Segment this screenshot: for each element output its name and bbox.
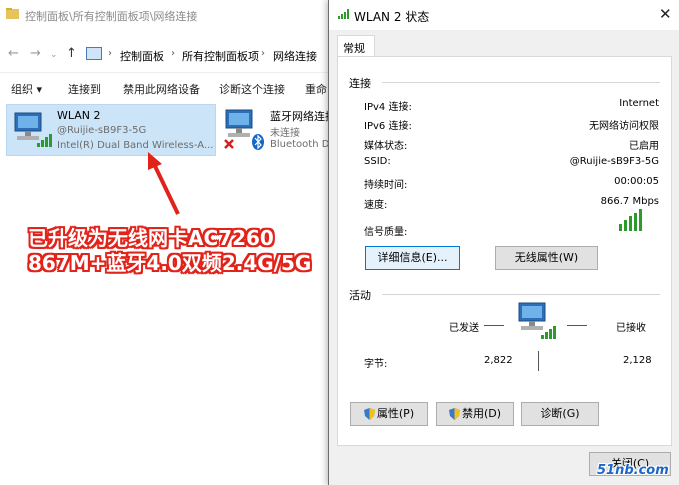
uac-shield-icon xyxy=(363,408,375,420)
connection-group-label: 连接 xyxy=(349,77,371,90)
general-panel: 连接 IPv4 连接: Internet IPv6 连接: 无网络访问权限 媒体… xyxy=(337,56,672,446)
media-state-value: 已启用 xyxy=(629,141,659,152)
tab-general[interactable]: 常规 xyxy=(337,35,375,57)
address-bar[interactable]: ← → ⌄ ↑ › 控制面板 › 所有控制面板项 › 网络连接 xyxy=(0,40,340,68)
forward-arrow-icon[interactable]: → xyxy=(30,46,41,61)
bytes-label: 字节: xyxy=(364,359,388,370)
bytes-received-value: 2,128 xyxy=(623,355,652,366)
sent-label: 已发送 xyxy=(449,323,479,334)
speed-label: 速度: xyxy=(364,200,388,211)
media-state-label: 媒体状态: xyxy=(364,141,408,152)
ssid-label: SSID: xyxy=(364,156,391,167)
ipv6-value: 无网络访问权限 xyxy=(589,121,659,132)
signal-icon xyxy=(338,9,349,19)
close-icon[interactable]: ✕ xyxy=(659,5,672,23)
divider xyxy=(382,82,660,83)
breadcrumb-separator-icon: › xyxy=(261,48,265,59)
diagnose-connection-button[interactable]: 诊断这个连接 xyxy=(219,81,285,97)
folder-icon xyxy=(6,8,19,19)
wlan-status-dialog: WLAN 2 状态 ✕ 常规 连接 IPv4 连接: Internet IPv6… xyxy=(328,0,679,485)
disable-device-button[interactable]: 禁用此网络设备 xyxy=(123,81,200,97)
received-label: 已接收 xyxy=(616,323,646,334)
control-panel-icon xyxy=(86,47,102,60)
divider xyxy=(567,325,587,326)
organize-menu[interactable]: 组织 ▾ xyxy=(11,81,42,97)
bluetooth-adapter-icon xyxy=(224,109,264,150)
disable-button[interactable]: 禁用(D) xyxy=(436,402,514,426)
ipv6-label: IPv6 连接: xyxy=(364,121,412,132)
bytes-sent-value: 2,822 xyxy=(484,355,513,366)
adapter-network: @Ruijie-sB9F3-5G xyxy=(57,125,147,136)
activity-group-label: 活动 xyxy=(349,289,371,302)
adapter-wlan2[interactable]: WLAN 2 @Ruijie-sB9F3-5G Intel(R) Dual Ba… xyxy=(6,104,216,156)
explorer-title: 控制面板\所有控制面板项\网络连接 xyxy=(25,10,198,23)
connect-to-button[interactable]: 连接到 xyxy=(68,81,101,97)
ssid-value: @Ruijie-sB9F3-5G xyxy=(569,156,659,167)
adapter-device: Bluetooth D xyxy=(270,139,330,150)
adapter-device: Intel(R) Dual Band Wireless-A... xyxy=(57,140,214,151)
wireless-properties-button[interactable]: 无线属性(W) xyxy=(495,246,598,270)
diagnose-button[interactable]: 诊断(G) xyxy=(521,402,599,426)
divider xyxy=(484,325,504,326)
signal-quality-label: 信号质量: xyxy=(364,227,408,238)
rename-button[interactable]: 重命 xyxy=(305,81,327,97)
dialog-title-bar: WLAN 2 状态 ✕ xyxy=(329,0,679,30)
duration-value: 00:00:05 xyxy=(614,176,659,187)
breadcrumb-network-connections[interactable]: 网络连接 xyxy=(273,48,317,64)
breadcrumb-all-items[interactable]: 所有控制面板项 xyxy=(182,48,259,64)
duration-label: 持续时间: xyxy=(364,180,408,191)
adapter-name: 蓝牙网络连接 xyxy=(270,110,336,123)
speed-value: 866.7 Mbps xyxy=(600,196,659,207)
chevron-down-icon[interactable]: ⌄ xyxy=(50,50,58,60)
command-bar: 组织 ▾ 连接到 禁用此网络设备 诊断这个连接 重命 xyxy=(0,72,340,100)
adapter-bluetooth[interactable]: 蓝牙网络连接 未连接 Bluetooth D xyxy=(220,104,340,156)
ipv4-label: IPv4 连接: xyxy=(364,102,412,113)
back-arrow-icon[interactable]: ← xyxy=(8,46,19,61)
breadcrumb-separator-icon: › xyxy=(171,48,175,59)
up-arrow-icon[interactable]: ↑ xyxy=(66,46,77,61)
properties-button-label: 属性(P) xyxy=(376,407,415,420)
breadcrumb-control-panel[interactable]: 控制面板 xyxy=(120,48,164,64)
properties-button[interactable]: 属性(P) xyxy=(350,402,428,426)
ipv4-value: Internet xyxy=(619,98,659,109)
dialog-title: WLAN 2 状态 xyxy=(354,10,430,24)
disable-button-label: 禁用(D) xyxy=(461,407,502,420)
breadcrumb-separator-icon: › xyxy=(108,48,112,59)
network-computer-icon xyxy=(518,302,556,339)
annotation-line-2: 867M+蓝牙4.0双频2.4G/5G xyxy=(28,251,312,275)
watermark: 51nb.com xyxy=(597,463,669,478)
adapter-name: WLAN 2 xyxy=(57,109,101,122)
divider xyxy=(382,294,660,295)
details-button[interactable]: 详细信息(E)... xyxy=(365,246,460,270)
divider xyxy=(538,351,539,371)
uac-shield-icon xyxy=(448,408,460,420)
signal-strength-icon xyxy=(619,209,642,231)
red-arrow-icon xyxy=(148,152,180,215)
wireless-adapter-icon xyxy=(14,112,52,147)
adapter-network: 未连接 xyxy=(270,128,300,139)
